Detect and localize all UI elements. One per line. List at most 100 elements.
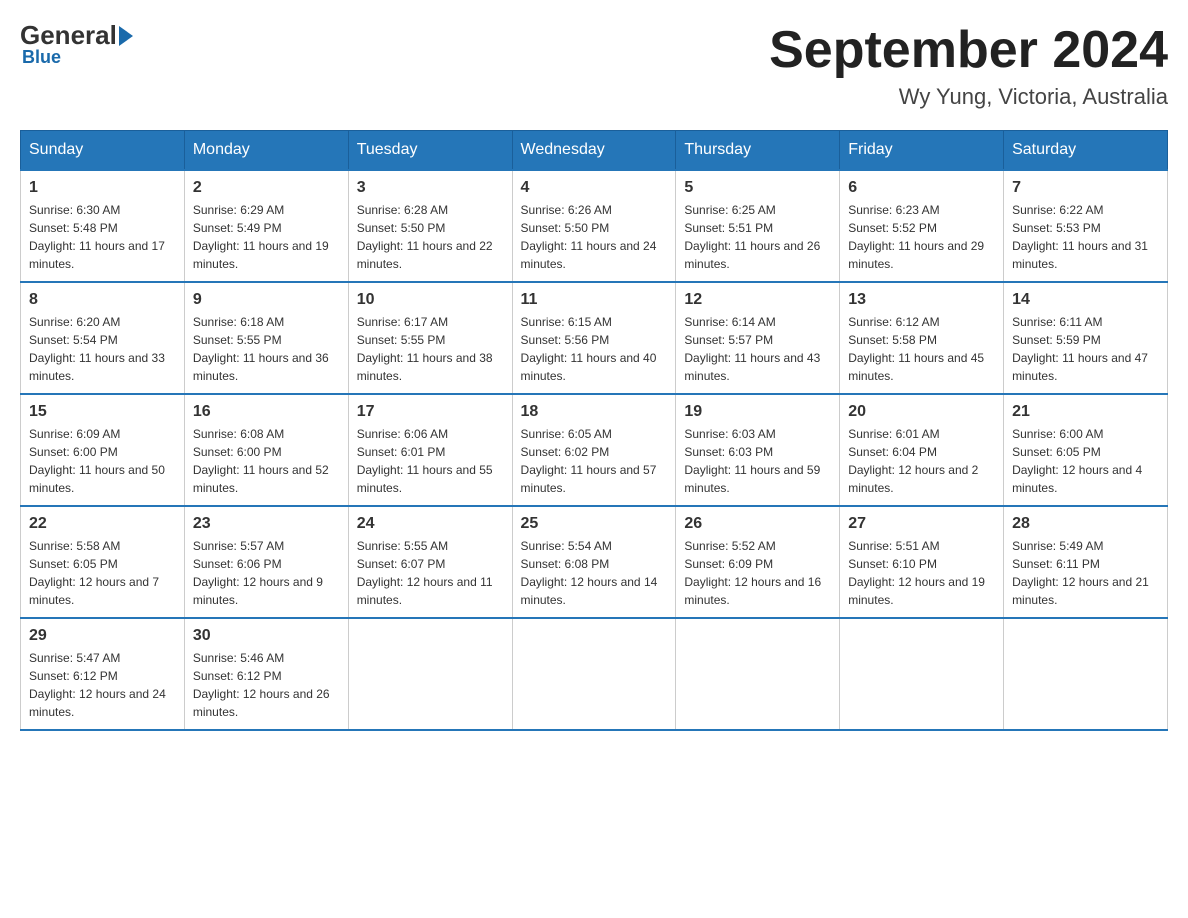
calendar-cell: 1 Sunrise: 6:30 AMSunset: 5:48 PMDayligh… [21,170,185,282]
header-row: Sunday Monday Tuesday Wednesday Thursday… [21,131,1168,171]
calendar-cell: 24 Sunrise: 5:55 AMSunset: 6:07 PMDaylig… [348,506,512,618]
calendar-cell: 30 Sunrise: 5:46 AMSunset: 6:12 PMDaylig… [184,618,348,730]
day-info: Sunrise: 6:05 AMSunset: 6:02 PMDaylight:… [521,425,668,497]
day-number: 25 [521,515,668,533]
calendar-week-1: 1 Sunrise: 6:30 AMSunset: 5:48 PMDayligh… [21,170,1168,282]
day-number: 1 [29,179,176,197]
calendar-cell: 13 Sunrise: 6:12 AMSunset: 5:58 PMDaylig… [840,282,1004,394]
calendar-cell: 17 Sunrise: 6:06 AMSunset: 6:01 PMDaylig… [348,394,512,506]
day-number: 26 [684,515,831,533]
day-info: Sunrise: 6:23 AMSunset: 5:52 PMDaylight:… [848,201,995,273]
day-number: 7 [1012,179,1159,197]
day-info: Sunrise: 6:06 AMSunset: 6:01 PMDaylight:… [357,425,504,497]
calendar-cell: 21 Sunrise: 6:00 AMSunset: 6:05 PMDaylig… [1004,394,1168,506]
day-number: 15 [29,403,176,421]
day-info: Sunrise: 6:17 AMSunset: 5:55 PMDaylight:… [357,313,504,385]
day-info: Sunrise: 6:12 AMSunset: 5:58 PMDaylight:… [848,313,995,385]
day-number: 27 [848,515,995,533]
day-info: Sunrise: 5:57 AMSunset: 6:06 PMDaylight:… [193,537,340,609]
calendar-cell [676,618,840,730]
calendar-cell: 12 Sunrise: 6:14 AMSunset: 5:57 PMDaylig… [676,282,840,394]
location: Wy Yung, Victoria, Australia [769,84,1168,110]
calendar-cell: 27 Sunrise: 5:51 AMSunset: 6:10 PMDaylig… [840,506,1004,618]
calendar-cell [840,618,1004,730]
calendar-week-5: 29 Sunrise: 5:47 AMSunset: 6:12 PMDaylig… [21,618,1168,730]
logo: General Blue [20,20,135,68]
day-number: 30 [193,627,340,645]
calendar-cell: 2 Sunrise: 6:29 AMSunset: 5:49 PMDayligh… [184,170,348,282]
col-monday: Monday [184,131,348,171]
calendar-body: 1 Sunrise: 6:30 AMSunset: 5:48 PMDayligh… [21,170,1168,730]
calendar-cell: 29 Sunrise: 5:47 AMSunset: 6:12 PMDaylig… [21,618,185,730]
calendar-cell: 4 Sunrise: 6:26 AMSunset: 5:50 PMDayligh… [512,170,676,282]
calendar-cell: 3 Sunrise: 6:28 AMSunset: 5:50 PMDayligh… [348,170,512,282]
day-number: 8 [29,291,176,309]
calendar-cell [1004,618,1168,730]
calendar-week-2: 8 Sunrise: 6:20 AMSunset: 5:54 PMDayligh… [21,282,1168,394]
calendar-cell: 5 Sunrise: 6:25 AMSunset: 5:51 PMDayligh… [676,170,840,282]
day-info: Sunrise: 5:58 AMSunset: 6:05 PMDaylight:… [29,537,176,609]
day-info: Sunrise: 6:09 AMSunset: 6:00 PMDaylight:… [29,425,176,497]
day-number: 22 [29,515,176,533]
calendar-cell: 7 Sunrise: 6:22 AMSunset: 5:53 PMDayligh… [1004,170,1168,282]
calendar-cell: 19 Sunrise: 6:03 AMSunset: 6:03 PMDaylig… [676,394,840,506]
calendar-cell: 28 Sunrise: 5:49 AMSunset: 6:11 PMDaylig… [1004,506,1168,618]
day-info: Sunrise: 5:46 AMSunset: 6:12 PMDaylight:… [193,649,340,721]
calendar-cell [348,618,512,730]
day-number: 19 [684,403,831,421]
day-info: Sunrise: 5:51 AMSunset: 6:10 PMDaylight:… [848,537,995,609]
calendar-cell: 16 Sunrise: 6:08 AMSunset: 6:00 PMDaylig… [184,394,348,506]
calendar-cell: 26 Sunrise: 5:52 AMSunset: 6:09 PMDaylig… [676,506,840,618]
day-number: 12 [684,291,831,309]
day-number: 16 [193,403,340,421]
day-number: 18 [521,403,668,421]
calendar-cell: 23 Sunrise: 5:57 AMSunset: 6:06 PMDaylig… [184,506,348,618]
day-info: Sunrise: 6:03 AMSunset: 6:03 PMDaylight:… [684,425,831,497]
calendar-cell: 22 Sunrise: 5:58 AMSunset: 6:05 PMDaylig… [21,506,185,618]
day-info: Sunrise: 6:20 AMSunset: 5:54 PMDaylight:… [29,313,176,385]
calendar-week-4: 22 Sunrise: 5:58 AMSunset: 6:05 PMDaylig… [21,506,1168,618]
calendar-cell: 6 Sunrise: 6:23 AMSunset: 5:52 PMDayligh… [840,170,1004,282]
calendar-header: Sunday Monday Tuesday Wednesday Thursday… [21,131,1168,171]
calendar-cell: 11 Sunrise: 6:15 AMSunset: 5:56 PMDaylig… [512,282,676,394]
day-number: 3 [357,179,504,197]
day-number: 21 [1012,403,1159,421]
calendar-cell: 9 Sunrise: 6:18 AMSunset: 5:55 PMDayligh… [184,282,348,394]
day-number: 29 [29,627,176,645]
day-number: 13 [848,291,995,309]
day-number: 11 [521,291,668,309]
col-tuesday: Tuesday [348,131,512,171]
title-section: September 2024 Wy Yung, Victoria, Austra… [769,20,1168,110]
day-number: 17 [357,403,504,421]
calendar-cell: 15 Sunrise: 6:09 AMSunset: 6:00 PMDaylig… [21,394,185,506]
day-info: Sunrise: 5:49 AMSunset: 6:11 PMDaylight:… [1012,537,1159,609]
day-info: Sunrise: 6:01 AMSunset: 6:04 PMDaylight:… [848,425,995,497]
calendar-cell [512,618,676,730]
day-info: Sunrise: 6:30 AMSunset: 5:48 PMDaylight:… [29,201,176,273]
day-info: Sunrise: 6:08 AMSunset: 6:00 PMDaylight:… [193,425,340,497]
day-info: Sunrise: 6:25 AMSunset: 5:51 PMDaylight:… [684,201,831,273]
day-info: Sunrise: 6:15 AMSunset: 5:56 PMDaylight:… [521,313,668,385]
calendar-cell: 8 Sunrise: 6:20 AMSunset: 5:54 PMDayligh… [21,282,185,394]
calendar-cell: 18 Sunrise: 6:05 AMSunset: 6:02 PMDaylig… [512,394,676,506]
col-friday: Friday [840,131,1004,171]
day-info: Sunrise: 6:11 AMSunset: 5:59 PMDaylight:… [1012,313,1159,385]
day-info: Sunrise: 6:28 AMSunset: 5:50 PMDaylight:… [357,201,504,273]
day-number: 5 [684,179,831,197]
day-info: Sunrise: 5:52 AMSunset: 6:09 PMDaylight:… [684,537,831,609]
calendar-cell: 20 Sunrise: 6:01 AMSunset: 6:04 PMDaylig… [840,394,1004,506]
month-title: September 2024 [769,20,1168,80]
day-info: Sunrise: 6:00 AMSunset: 6:05 PMDaylight:… [1012,425,1159,497]
day-info: Sunrise: 6:29 AMSunset: 5:49 PMDaylight:… [193,201,340,273]
day-number: 24 [357,515,504,533]
calendar-cell: 10 Sunrise: 6:17 AMSunset: 5:55 PMDaylig… [348,282,512,394]
day-info: Sunrise: 6:18 AMSunset: 5:55 PMDaylight:… [193,313,340,385]
calendar-table: Sunday Monday Tuesday Wednesday Thursday… [20,130,1168,731]
logo-subtitle: Blue [22,47,61,68]
day-number: 6 [848,179,995,197]
calendar-cell: 14 Sunrise: 6:11 AMSunset: 5:59 PMDaylig… [1004,282,1168,394]
day-info: Sunrise: 5:47 AMSunset: 6:12 PMDaylight:… [29,649,176,721]
day-number: 23 [193,515,340,533]
col-thursday: Thursday [676,131,840,171]
day-info: Sunrise: 6:14 AMSunset: 5:57 PMDaylight:… [684,313,831,385]
